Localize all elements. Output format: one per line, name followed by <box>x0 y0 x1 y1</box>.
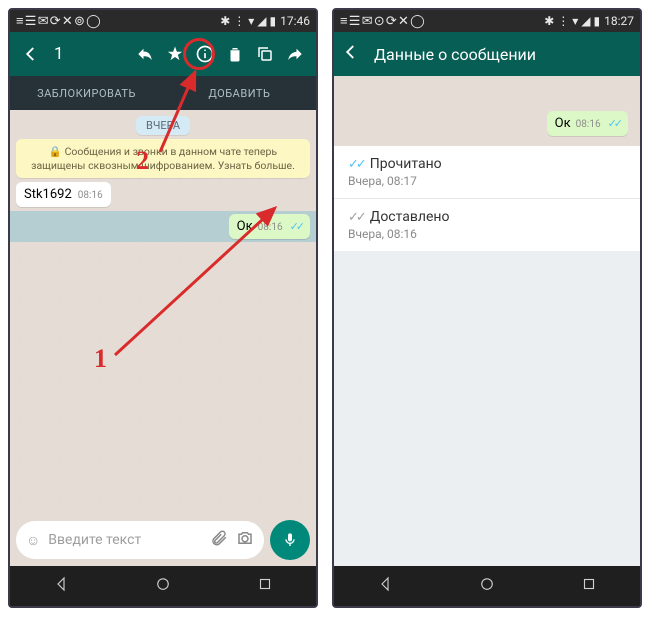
selected-message-row[interactable]: Ок 08:16 ✓✓ <box>10 211 316 242</box>
message-time: 08:16 <box>78 190 103 201</box>
delivered-row: ✓✓ Доставлено Вчера, 08:16 <box>334 199 640 251</box>
delivered-time: Вчера, 08:16 <box>348 227 626 241</box>
status-time: 18:27 <box>604 14 634 28</box>
status-notif-icons: ≡ ☰ ✉ ⟳ ✕ ⊚ ◯ <box>16 13 100 29</box>
reply-icon[interactable] <box>130 39 160 69</box>
camera-icon[interactable] <box>236 529 254 551</box>
phone-right: ≡ ☰ ✉ ⊙ ⟳ ✕ ◯ ✱ ⋮ ▾ ◢ ▮ 18:27 Данные о с… <box>332 8 642 608</box>
nav-back-icon[interactable] <box>52 575 70 597</box>
message-incoming[interactable]: Stk1692 08:16 <box>16 182 111 207</box>
chat-area: ВЧЕРА 🔒 Сообщения и звонки в данном чате… <box>10 110 316 514</box>
message-preview-area: Ок 08:16 ✓✓ <box>334 76 640 146</box>
back-icon[interactable] <box>16 39 46 69</box>
android-navbar <box>334 566 640 606</box>
forward-icon[interactable] <box>280 39 310 69</box>
nav-back-icon[interactable] <box>376 575 394 597</box>
back-icon[interactable] <box>342 43 360 65</box>
read-time: Вчера, 08:17 <box>348 174 626 188</box>
star-icon[interactable] <box>160 39 190 69</box>
android-navbar <box>10 566 316 606</box>
phone-left: ≡ ☰ ✉ ⟳ ✕ ⊚ ◯ ✱ ⋮ ▾ ◢ ▮ 17:46 1 <box>8 8 318 608</box>
input-bar: ☺ Введите текст <box>10 514 316 566</box>
action-tabs: ЗАБЛОКИРОВАТЬ ДОБАВИТЬ <box>10 76 316 110</box>
nav-recent-icon[interactable] <box>256 575 274 597</box>
message-text: Ок <box>237 219 253 234</box>
message-time: 08:16 <box>258 222 283 233</box>
status-system-icons: ✱ ⋮ ▾ ◢ ▮ 17:46 <box>220 14 310 28</box>
status-notif-icons: ≡ ☰ ✉ ⊙ ⟳ ✕ ◯ <box>340 13 424 29</box>
message-input[interactable]: ☺ Введите текст <box>16 521 264 559</box>
message-outgoing: Ок 08:16 ✓✓ <box>229 214 310 239</box>
delivered-label: Доставлено <box>370 209 450 225</box>
status-time: 17:46 <box>280 14 310 28</box>
date-chip: ВЧЕРА <box>136 116 190 135</box>
read-ticks-icon: ✓✓ <box>608 117 620 130</box>
input-placeholder: Введите текст <box>48 532 202 548</box>
page-title: Данные о сообщении <box>374 45 536 64</box>
message-time: 08:16 <box>576 119 601 130</box>
status-bar: ≡ ☰ ✉ ⊙ ⟳ ✕ ◯ ✱ ⋮ ▾ ◢ ▮ 18:27 <box>334 10 640 32</box>
read-ticks-icon: ✓✓ <box>348 157 364 172</box>
mic-button[interactable] <box>270 520 310 560</box>
delivery-info-list: ✓✓ Прочитано Вчера, 08:17 ✓✓ Доставлено … <box>334 146 640 566</box>
nav-home-icon[interactable] <box>154 575 172 597</box>
nav-recent-icon[interactable] <box>580 575 598 597</box>
status-bar: ≡ ☰ ✉ ⟳ ✕ ⊚ ◯ ✱ ⋮ ▾ ◢ ▮ 17:46 <box>10 10 316 32</box>
attach-icon[interactable] <box>210 529 228 551</box>
emoji-icon[interactable]: ☺ <box>26 532 40 549</box>
selection-appbar: 1 <box>10 32 316 76</box>
read-label: Прочитано <box>370 156 442 172</box>
info-appbar: Данные о сообщении <box>334 32 640 76</box>
tab-block[interactable]: ЗАБЛОКИРОВАТЬ <box>10 76 163 110</box>
encryption-banner[interactable]: 🔒 Сообщения и звонки в данном чате тепер… <box>16 139 310 178</box>
read-row: ✓✓ Прочитано Вчера, 08:17 <box>334 146 640 198</box>
info-icon[interactable] <box>190 39 220 69</box>
copy-icon[interactable] <box>250 39 280 69</box>
message-text: Stk1692 <box>24 187 72 202</box>
message-outgoing: Ок 08:16 ✓✓ <box>547 111 628 136</box>
selection-count: 1 <box>54 44 64 64</box>
nav-home-icon[interactable] <box>478 575 496 597</box>
delete-icon[interactable] <box>220 39 250 69</box>
read-ticks-icon: ✓✓ <box>290 220 302 233</box>
annotation-label-1: 1 <box>94 344 107 374</box>
tab-add[interactable]: ДОБАВИТЬ <box>163 76 316 110</box>
delivered-ticks-icon: ✓✓ <box>348 210 364 225</box>
message-text: Ок <box>555 116 571 131</box>
status-system-icons: ✱ ⋮ ▾ ◢ ▮ 18:27 <box>544 14 634 28</box>
